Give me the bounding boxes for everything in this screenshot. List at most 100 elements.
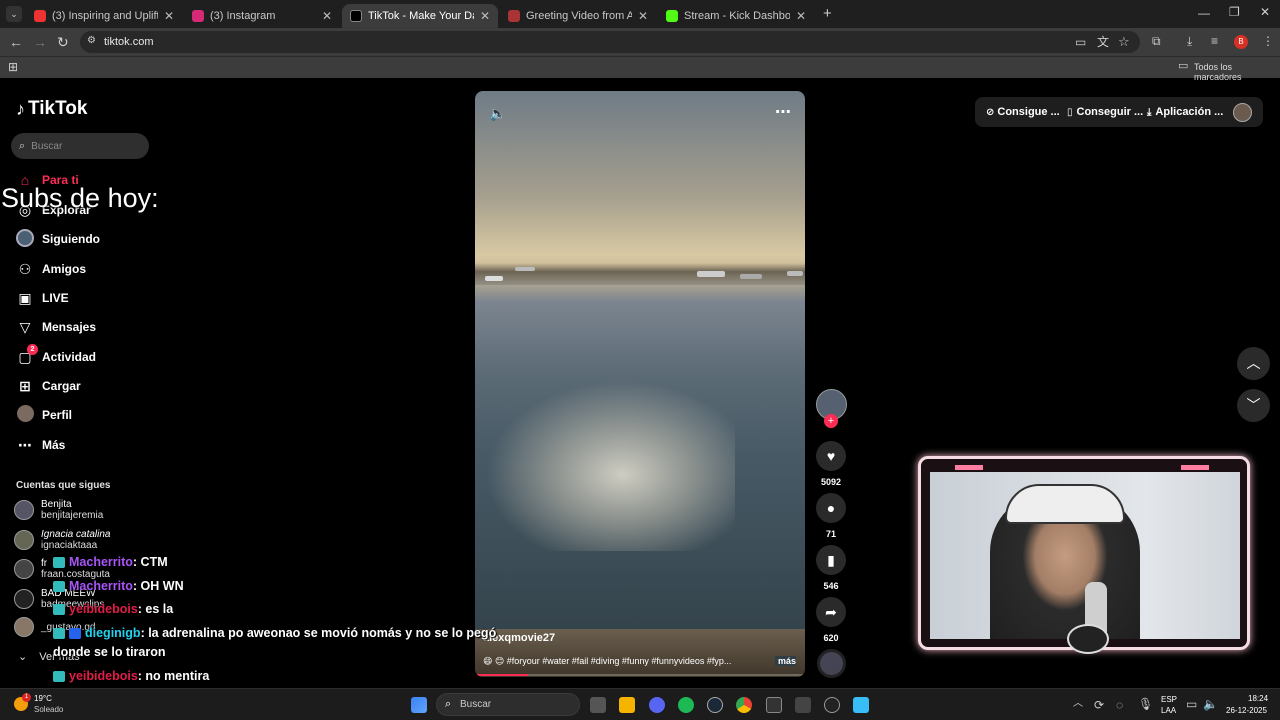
bookmark-icon[interactable]: ▮ [816, 545, 846, 575]
volume-icon[interactable]: 🔈 [1203, 698, 1218, 710]
tray-icon[interactable]: ⟳ [1094, 699, 1104, 711]
avatar [14, 530, 34, 550]
tab-list-icon[interactable]: ⌄ [6, 6, 22, 22]
new-tab-icon[interactable]: + [823, 6, 832, 21]
photos-icon[interactable] [853, 697, 869, 713]
language-code[interactable]: ESP [1161, 695, 1177, 704]
extensions-icon[interactable]: ⧉ [1152, 35, 1161, 47]
nav-live[interactable]: ▣ LIVE [16, 286, 68, 310]
bookmark-action[interactable]: ▮ 546 [816, 545, 846, 591]
download-icon[interactable]: ⤓ [1187, 35, 1192, 47]
live-icon: ▣ [18, 289, 32, 306]
nav-mensajes[interactable]: ▽ Mensajes [16, 315, 96, 339]
tab-title: Greeting Video from Africa – da [526, 10, 632, 22]
get-app-button[interactable]: ▯ Conseguir ... [1067, 100, 1143, 124]
tab-youtube[interactable]: (3) Inspiring and Uplifting Backg ✕ [26, 4, 182, 28]
boat [515, 267, 535, 271]
close-icon[interactable]: ✕ [322, 9, 332, 23]
nav-mas[interactable]: ⋯ Más [16, 433, 65, 457]
nav-amigos[interactable]: ⚇ Amigos [16, 257, 86, 281]
previous-video-button[interactable]: ︿ [1237, 347, 1270, 380]
get-coins-button[interactable]: ⊘ Consigue ... [986, 100, 1060, 124]
network-icon[interactable]: ▭ [1186, 698, 1197, 710]
video-player[interactable]: 🔈 ⋯ alexqmovie27 😄 😊 #foryour #water #fa… [475, 91, 805, 677]
weather-widget[interactable]: 1 19°C Soleado [12, 693, 82, 717]
nav-cargar[interactable]: ⊞ Cargar [16, 374, 81, 398]
chrome-icon[interactable] [736, 697, 752, 713]
next-video-button[interactable]: ﹀ [1237, 389, 1270, 422]
account-item[interactable]: Ignacia catalina ignaciaktaaa [14, 529, 111, 551]
close-window-icon[interactable]: ✕ [1260, 6, 1270, 18]
share-icon[interactable]: ➦ [816, 597, 846, 627]
app-button[interactable]: ⤓ Aplicación ... [1147, 100, 1223, 124]
reload-icon[interactable]: ↻ [57, 35, 69, 49]
close-icon[interactable]: ✕ [480, 9, 490, 23]
apps-icon[interactable]: ⊞ [8, 61, 18, 73]
close-icon[interactable]: ✕ [638, 9, 648, 23]
restore-icon[interactable]: ❐ [1229, 6, 1240, 18]
chevron-up-icon: ︿ [1246, 355, 1261, 371]
file-explorer-icon[interactable] [619, 697, 635, 713]
close-icon[interactable]: ✕ [796, 9, 806, 23]
app-icon[interactable] [795, 697, 811, 713]
comment-count: 71 [825, 529, 836, 539]
tab-tiktok[interactable]: TikTok - Make Your Day ✕ [342, 4, 498, 28]
tiktok-logo[interactable]: ♪ TikTok [16, 98, 87, 120]
search-input[interactable]: Buscar [31, 141, 62, 152]
language-layout[interactable]: LAA [1161, 706, 1176, 715]
activity-badge: 2 [27, 343, 38, 355]
more-link[interactable]: más [775, 656, 797, 666]
sound-disc[interactable] [817, 649, 846, 678]
like-action[interactable]: ♥ 5092 [816, 441, 846, 487]
menu-icon[interactable]: ⋮ [1262, 35, 1274, 47]
account-item[interactable]: Benjita benjitajeremia [14, 499, 103, 521]
search-box[interactable]: ⌕ Buscar [11, 133, 149, 159]
close-icon[interactable]: ✕ [164, 9, 174, 23]
taskbar-search[interactable]: ⌕ Buscar [436, 693, 580, 716]
cast-icon[interactable]: ▭ [1075, 36, 1086, 48]
microphone-icon[interactable]: 🎙 [1138, 698, 1153, 710]
tab-kick[interactable]: Stream - Kick Dashboard ✕ [658, 4, 814, 28]
comment-icon[interactable]: ● [816, 493, 846, 523]
nav-actividad[interactable]: ▢ 2 Actividad [16, 343, 96, 369]
share-action[interactable]: ➦ 620 [816, 597, 846, 643]
translate-icon[interactable]: 文 [1097, 36, 1109, 48]
tray-icon[interactable]: ◌ [1116, 699, 1123, 711]
app-icon[interactable] [766, 697, 782, 713]
chevron-up-icon[interactable]: ︿ [1073, 699, 1083, 709]
url-field[interactable]: ⚙ tiktok.com [80, 31, 1140, 53]
tab-instagram[interactable]: (3) Instagram ✕ [184, 4, 340, 28]
spotify-icon[interactable] [678, 697, 694, 713]
heart-icon[interactable]: ♥ [816, 441, 846, 471]
clock-date[interactable]: 26-12-2025 [1226, 706, 1267, 715]
more-options-icon[interactable]: ⋯ [775, 102, 791, 122]
user-avatar[interactable] [1233, 103, 1252, 122]
nav-siguiendo[interactable]: Siguiendo [16, 227, 100, 251]
minimize-icon[interactable]: — [1198, 7, 1210, 19]
nav-perfil[interactable]: Perfil [16, 403, 72, 427]
obs-icon[interactable] [824, 697, 840, 713]
windows-start-icon[interactable] [411, 697, 427, 713]
badge-icon [53, 604, 65, 616]
star-icon[interactable]: ☆ [1118, 35, 1130, 48]
media-icon[interactable]: ≡ [1211, 35, 1218, 47]
friends-icon: ⚇ [18, 260, 32, 277]
tab-greeting[interactable]: Greeting Video from Africa – da ✕ [500, 4, 656, 28]
profile-avatar[interactable]: B [1234, 35, 1248, 49]
url-text: tiktok.com [104, 36, 154, 48]
nav-label: Perfil [42, 408, 73, 422]
task-view-icon[interactable] [590, 697, 606, 713]
discord-icon[interactable] [649, 697, 665, 713]
steam-icon[interactable] [707, 697, 723, 713]
all-bookmarks-label[interactable]: Todos los marcadores [1194, 62, 1280, 82]
forward-icon[interactable]: → [33, 35, 47, 49]
site-info-icon[interactable]: ⚙ [87, 36, 96, 46]
volume-icon[interactable]: 🔈 [489, 105, 506, 122]
back-icon[interactable]: ← [9, 35, 23, 49]
clock-time[interactable]: 18:24 [1248, 694, 1268, 703]
comment-action[interactable]: ● 71 [816, 493, 846, 539]
follow-plus-icon[interactable]: + [824, 414, 838, 428]
button-label: Consigue ... [997, 106, 1060, 118]
progress-bar[interactable] [475, 674, 805, 676]
chat-message: yeibidebois: es la [53, 602, 173, 616]
